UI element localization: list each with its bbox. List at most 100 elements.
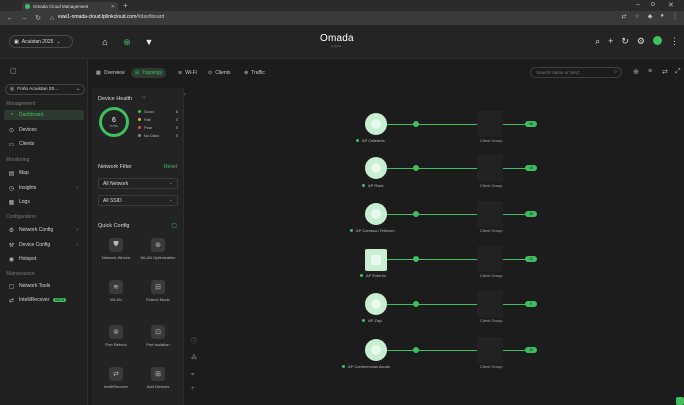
layout-icon[interactable]: ≡ <box>648 68 652 75</box>
search-input[interactable]: Search Name or MAC ○ <box>530 67 622 78</box>
hub-node[interactable] <box>413 347 419 353</box>
help-widget-icon[interactable] <box>676 397 684 405</box>
site-selector[interactable]: ▣ Acuistan 2025 ⌄ <box>9 35 73 48</box>
expand-icon[interactable]: ⤢ <box>675 68 681 76</box>
tab-wifi[interactable]: ≋ Wi-Fi <box>174 68 201 78</box>
info-icon[interactable]: ⓘ <box>191 336 197 345</box>
quick-network-wizard[interactable]: ⛊ Network Wizard <box>96 238 136 260</box>
ap-node[interactable] <box>365 203 387 225</box>
zoom-in-icon[interactable]: ⊕ <box>633 68 639 76</box>
back-icon[interactable]: ← <box>6 15 14 22</box>
sidebar-item-insights[interactable]: ◷ Insights › <box>4 183 84 193</box>
client-group-node[interactable] <box>477 155 503 181</box>
network-select[interactable]: All Network ⌄ <box>98 178 178 189</box>
quick-wlan[interactable]: ≋ WLAN <box>96 280 136 302</box>
settings-icon[interactable]: ⚙ <box>637 36 645 47</box>
home-view-icon[interactable]: ⌂ <box>97 35 113 49</box>
url-field[interactable]: euw1-omada-cloud.tplinkcloud.com/#dashbo… <box>58 14 164 20</box>
hub-node[interactable] <box>413 256 419 262</box>
translate-icon[interactable]: ⇄ <box>621 13 626 20</box>
client-group-node[interactable] <box>477 337 503 363</box>
sidebar-item-network-tools[interactable]: ▢ Network Tools <box>4 281 84 291</box>
close-tab-icon[interactable]: ✕ <box>111 4 115 10</box>
client-count-badge[interactable]: 96 <box>525 121 537 127</box>
hub-node[interactable] <box>413 211 419 217</box>
ap-node[interactable] <box>365 113 387 135</box>
quick-intellirecover[interactable]: ⇄ IntelliRecover <box>96 367 136 389</box>
ap-outdoor-icon <box>371 255 381 265</box>
browser-tab[interactable]: Omada Cloud Management ✕ <box>22 2 118 11</box>
client-group-node[interactable] <box>477 201 503 227</box>
client-group-node[interactable] <box>477 246 503 272</box>
collapse-panel-icon[interactable]: › <box>184 92 186 98</box>
info-icon[interactable]: ○ <box>142 95 146 101</box>
zoom-in-icon[interactable]: + <box>191 386 195 392</box>
client-group-node[interactable] <box>477 111 503 137</box>
tab-traffic[interactable]: ⊛ Traffic <box>240 68 269 78</box>
refresh-icon[interactable]: ↻ <box>621 36 629 47</box>
client-count-badge[interactable]: 9 <box>525 301 537 307</box>
locate-icon[interactable]: ⌖ <box>191 372 194 379</box>
network-filter-icon[interactable]: ▼ <box>141 35 157 49</box>
close-window-button[interactable]: ✕ <box>668 1 674 9</box>
client-group-node[interactable] <box>477 291 503 317</box>
sidebar-item-clients[interactable]: ▭ Clients <box>4 139 84 149</box>
legend-fair: Fair 0 <box>138 117 178 122</box>
tab-clients[interactable]: ⊙ Clients <box>204 68 235 78</box>
home-icon[interactable]: ⌂ <box>48 15 56 22</box>
tab-topology[interactable]: ⊞ Topology <box>131 68 167 78</box>
browser-menu-icon[interactable]: ⋮ <box>672 13 678 20</box>
quick-label: Network Wizard <box>101 255 131 260</box>
minimize-button[interactable]: – <box>636 1 640 8</box>
sidebar-item-dashboard[interactable]: ◔ Dashboard <box>4 110 84 120</box>
ap-node[interactable] <box>365 293 387 315</box>
network-config-icon: ⚙ <box>8 227 15 234</box>
reload-icon[interactable]: ↻ <box>34 14 42 22</box>
search-icon[interactable]: ⌕ <box>595 36 600 47</box>
sidebar-item-hotspot[interactable]: ◉ Hotspot <box>4 254 84 264</box>
client-count-badge[interactable]: 38 <box>525 211 537 217</box>
hub-node[interactable] <box>413 301 419 307</box>
sidebar-item-device-config[interactable]: ⚒ Device Config › <box>4 240 84 250</box>
ssid-select[interactable]: All SSID ⌄ <box>98 195 178 206</box>
global-view-icon[interactable]: ⊕ <box>119 35 135 49</box>
reset-button[interactable]: Reset <box>164 164 177 170</box>
quick-port-isolation[interactable]: ⊡ Port Isolation <box>138 325 178 347</box>
quick-extend-mode[interactable]: ⊟ Extend Mode <box>138 280 178 302</box>
add-icon[interactable]: + <box>608 36 613 47</box>
omada-favicon-icon <box>25 4 30 9</box>
sidebar-item-map[interactable]: ▤ Map <box>4 168 84 178</box>
hub-node[interactable] <box>413 121 419 127</box>
client-count-badge[interactable]: 15 <box>525 165 537 171</box>
hierarchy-icon[interactable]: ⁂ <box>191 354 197 361</box>
ap-outdoor-node[interactable] <box>365 249 387 271</box>
quick-wlan-optimization[interactable]: ⊛ WLAN Optimization <box>138 238 178 260</box>
profile-icon[interactable]: ● <box>660 13 664 20</box>
collapse-sidebar-icon[interactable]: ▢ <box>10 67 17 75</box>
link-line <box>387 168 525 169</box>
sidebar-item-logs[interactable]: ▦ Logs <box>4 197 84 207</box>
bookmark-star-icon[interactable]: ☆ <box>634 13 639 20</box>
client-count-badge[interactable]: 26 <box>525 347 537 353</box>
swap-icon[interactable]: ⇄ <box>662 68 668 76</box>
avatar[interactable] <box>653 36 662 45</box>
client-count-badge[interactable]: 12 <box>525 256 537 262</box>
quick-add-devices[interactable]: ⊞ Add Devices <box>138 367 178 389</box>
hub-node[interactable] <box>413 165 419 171</box>
ap-node[interactable] <box>365 339 387 361</box>
sidebar-site-selector[interactable]: ◎ Forlo Acuistan 20... ⌄ <box>5 84 85 95</box>
edit-icon[interactable]: ▢ <box>171 222 177 229</box>
new-tab-button[interactable]: + <box>123 1 128 10</box>
sidebar-item-devices[interactable]: ⊙ Devices <box>4 125 84 135</box>
maximize-button[interactable]: o <box>651 1 655 8</box>
sidebar-item-network-config[interactable]: ⚙ Network Config › <box>4 225 84 235</box>
tab-overview[interactable]: ▦ Overview <box>92 68 129 78</box>
extension-icon[interactable]: ◆ <box>648 13 653 20</box>
ap-node[interactable] <box>365 157 387 179</box>
forward-icon[interactable]: → <box>20 15 28 22</box>
quick-port-reboot[interactable]: ⊚ Port Reboot <box>96 325 136 347</box>
more-icon[interactable]: ⋮ <box>670 36 679 47</box>
legend-label: Poor <box>144 125 153 130</box>
topology-canvas[interactable]: AP Cafeteria Client Group 96 AP Rack Cli… <box>200 88 684 405</box>
sidebar-item-intellirecover[interactable]: ⇄ IntelliRecover BETA <box>4 295 84 305</box>
